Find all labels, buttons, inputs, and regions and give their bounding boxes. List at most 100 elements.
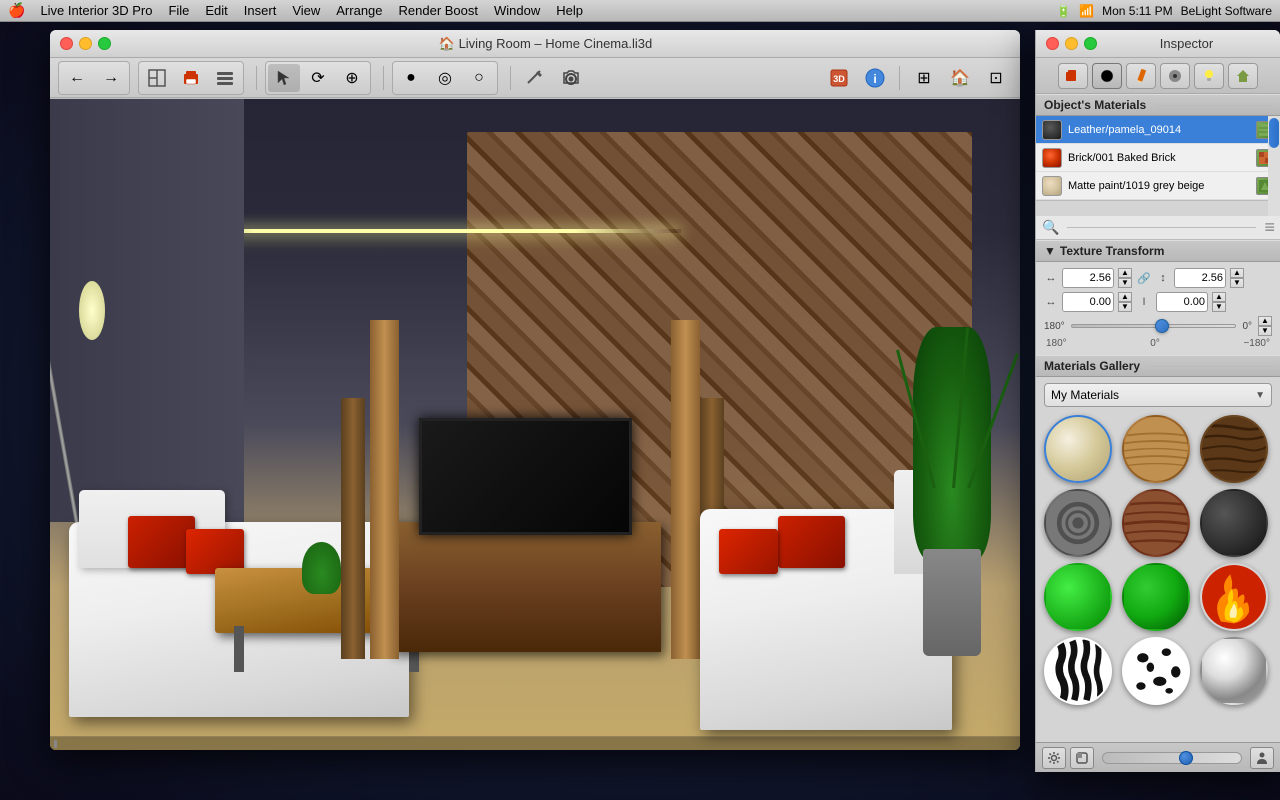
materials-scroll-area[interactable]: Leather/pamela_09014 Brick/001 Baked Bri… — [1036, 116, 1280, 216]
swatch-dalmatian[interactable] — [1122, 637, 1190, 705]
inspector-tab-tag[interactable] — [1058, 63, 1088, 89]
swatch-cream[interactable] — [1044, 415, 1112, 483]
rotation-slider[interactable] — [1071, 318, 1237, 334]
circle-button[interactable]: ○ — [463, 64, 495, 92]
offset-x-step-up[interactable]: ▲ — [1118, 292, 1132, 302]
materials-scrollbar[interactable] — [1268, 116, 1280, 216]
offset-y-input[interactable] — [1156, 292, 1208, 312]
inspector-tab-texture[interactable] — [1126, 63, 1156, 89]
toolbar-sep-2 — [383, 66, 384, 90]
materials-scrollbar-thumb[interactable] — [1269, 118, 1279, 148]
rotate-tool-button[interactable]: ⟳ — [302, 64, 334, 92]
back-button[interactable]: ← — [61, 64, 93, 92]
offset-y-step-up[interactable]: ▲ — [1212, 292, 1226, 302]
inspector-tab-house[interactable] — [1228, 63, 1258, 89]
wand-dots[interactable]: ≡ — [1264, 217, 1274, 238]
window-title: 🏠 Living Room – Home Cinema.li3d — [117, 36, 974, 52]
floorplan-button[interactable] — [141, 64, 173, 92]
menu-insert[interactable]: Insert — [237, 2, 284, 19]
grid-button[interactable]: ⊞ — [908, 64, 940, 92]
swatch-wood-dark[interactable] — [1200, 415, 1268, 483]
swatch-silver[interactable] — [1200, 637, 1268, 705]
stone-texture — [1046, 491, 1110, 555]
sphere-button[interactable]: ● — [395, 64, 427, 92]
menu-arrange[interactable]: Arrange — [329, 2, 389, 19]
offset-y-step-down[interactable]: ▼ — [1212, 302, 1226, 312]
list-button[interactable] — [209, 64, 241, 92]
offset-x-stepper: ▲ ▼ — [1118, 292, 1132, 312]
move-tool-button[interactable]: ⊕ — [336, 64, 368, 92]
close-button[interactable] — [60, 37, 73, 50]
swatch-wood-light[interactable] — [1122, 415, 1190, 483]
apple-logo[interactable]: 🍎 — [8, 2, 25, 19]
maximize-button[interactable] — [98, 37, 111, 50]
person-button[interactable] — [1250, 747, 1274, 769]
materials-gallery-dropdown[interactable]: My Materials ▼ — [1044, 383, 1272, 407]
select-tool-button[interactable] — [268, 64, 300, 92]
height-input[interactable] — [1174, 268, 1226, 288]
menu-render[interactable]: Render Boost — [392, 2, 486, 19]
fit-button[interactable]: ⊡ — [980, 64, 1012, 92]
camera-icon — [561, 68, 581, 88]
swatch-fire[interactable] — [1200, 563, 1268, 631]
offset-x-input[interactable] — [1062, 292, 1114, 312]
menu-help[interactable]: Help — [549, 2, 590, 19]
swatch-stone[interactable] — [1044, 489, 1112, 557]
3d-viewport[interactable] — [50, 99, 1020, 750]
menu-edit[interactable]: Edit — [198, 2, 234, 19]
slider-track — [1071, 324, 1237, 328]
swatch-wood-red[interactable] — [1122, 489, 1190, 557]
width-input[interactable] — [1062, 268, 1114, 288]
material-name-0: Leather/pamela_09014 — [1068, 124, 1250, 136]
measure-icon — [525, 68, 545, 88]
menu-view[interactable]: View — [285, 2, 327, 19]
inspector-tab-material[interactable] — [1092, 63, 1122, 89]
inspector-tab-render[interactable] — [1160, 63, 1190, 89]
material-item-1[interactable]: Brick/001 Baked Brick — [1036, 144, 1280, 172]
material-item-0[interactable]: Leather/pamela_09014 — [1036, 116, 1280, 144]
camera-button[interactable] — [555, 64, 587, 92]
menu-file[interactable]: File — [161, 2, 196, 19]
objects-materials-header: Object's Materials — [1036, 94, 1280, 116]
scene — [50, 99, 1020, 750]
ring-button[interactable]: ◎ — [429, 64, 461, 92]
slider-thumb[interactable] — [1155, 319, 1169, 333]
inspector-minimize-button[interactable] — [1065, 37, 1078, 50]
3d-view-button[interactable]: 3D — [823, 64, 855, 92]
gear-button[interactable] — [1042, 747, 1066, 769]
inspector-close-button[interactable] — [1046, 37, 1059, 50]
rotation-step-down[interactable]: ▼ — [1258, 326, 1272, 336]
offset-x-step-down[interactable]: ▼ — [1118, 302, 1132, 312]
width-step-down[interactable]: ▼ — [1118, 278, 1132, 288]
menu-app[interactable]: Live Interior 3D Pro — [33, 2, 159, 19]
pillar-right — [671, 320, 700, 659]
zoom-slider[interactable] — [1102, 752, 1242, 764]
inspector-maximize-button[interactable] — [1084, 37, 1097, 50]
house-icon — [1235, 68, 1251, 84]
swatch-green1[interactable] — [1044, 563, 1112, 631]
wand-icon[interactable]: 🔍 — [1042, 219, 1059, 236]
home-view-button[interactable]: 🏠 — [944, 64, 976, 92]
link-icon[interactable]: 🔗 — [1136, 272, 1152, 285]
material-item-2[interactable]: Matte paint/1019 grey beige — [1036, 172, 1280, 200]
header-line — [1156, 105, 1272, 106]
swatch-zebra[interactable] — [1044, 637, 1112, 705]
inspector-title: Inspector — [1103, 36, 1270, 51]
zoom-slider-thumb[interactable] — [1179, 751, 1193, 765]
offset-link-icon: I — [1136, 296, 1152, 308]
minimize-button[interactable] — [79, 37, 92, 50]
swatch-dark[interactable] — [1200, 489, 1268, 557]
cursor-icon — [275, 69, 293, 87]
forward-button[interactable]: → — [95, 64, 127, 92]
height-step-up[interactable]: ▲ — [1230, 268, 1244, 278]
measure-button[interactable] — [519, 64, 551, 92]
width-step-up[interactable]: ▲ — [1118, 268, 1132, 278]
info-button[interactable]: i — [859, 64, 891, 92]
height-step-down[interactable]: ▼ — [1230, 278, 1244, 288]
menu-window[interactable]: Window — [487, 2, 547, 19]
inspector-tab-light[interactable] — [1194, 63, 1224, 89]
add-material-button[interactable] — [1070, 747, 1094, 769]
print-button[interactable] — [175, 64, 207, 92]
swatch-green2[interactable] — [1122, 563, 1190, 631]
rotation-step-up[interactable]: ▲ — [1258, 316, 1272, 326]
